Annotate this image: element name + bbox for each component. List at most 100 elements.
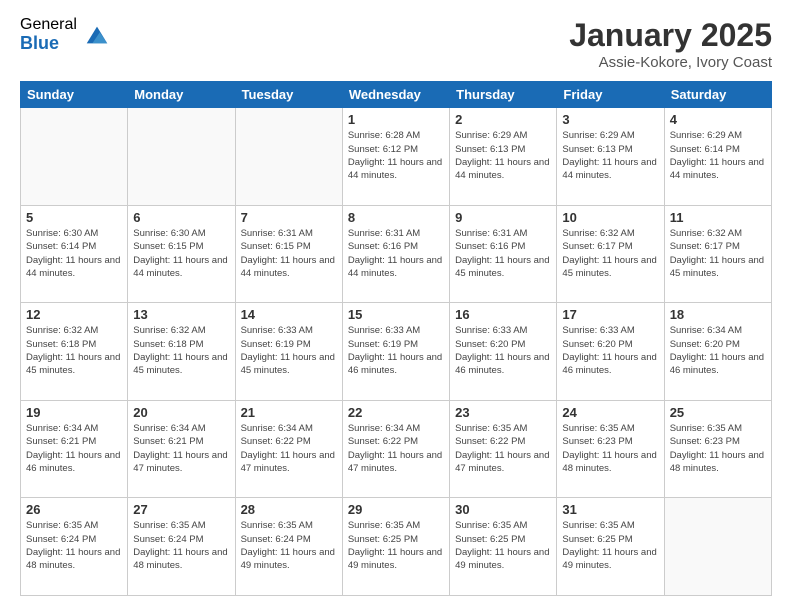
col-thursday: Thursday bbox=[450, 82, 557, 108]
day-number: 12 bbox=[26, 307, 122, 322]
day-info: Sunrise: 6:34 AM Sunset: 6:22 PM Dayligh… bbox=[348, 422, 444, 475]
calendar-cell: 31 Sunrise: 6:35 AM Sunset: 6:25 PM Dayli… bbox=[557, 498, 664, 596]
calendar-week-row: 26 Sunrise: 6:35 AM Sunset: 6:24 PM Dayli… bbox=[21, 498, 772, 596]
calendar-cell: 9Sunrise: 6:31 AM Sunset: 6:16 PM Daylig… bbox=[450, 205, 557, 303]
day-number: 31 bbox=[562, 502, 658, 517]
calendar-cell: 21 Sunrise: 6:34 AM Sunset: 6:22 PM Dayli… bbox=[235, 400, 342, 498]
calendar-cell: 7 Sunrise: 6:31 AM Sunset: 6:15 PM Daylig… bbox=[235, 205, 342, 303]
day-number: 4 bbox=[670, 112, 766, 127]
day-number: 14 bbox=[241, 307, 337, 322]
col-wednesday: Wednesday bbox=[342, 82, 449, 108]
day-info: Sunrise: 6:29 AM Sunset: 6:14 PM Dayligh… bbox=[670, 129, 766, 182]
day-number: 7 bbox=[241, 210, 337, 225]
calendar-cell: 8 Sunrise: 6:31 AM Sunset: 6:16 PM Daylig… bbox=[342, 205, 449, 303]
title-section: January 2025 Assie-Kokore, Ivory Coast bbox=[569, 16, 772, 71]
day-info: Sunrise: 6:32 AM Sunset: 6:17 PM Dayligh… bbox=[670, 227, 766, 280]
day-number: 30 bbox=[455, 502, 551, 517]
day-number: 13 bbox=[133, 307, 229, 322]
logo-general: General bbox=[20, 16, 77, 34]
day-number: 2 bbox=[455, 112, 551, 127]
calendar-cell: 30 Sunrise: 6:35 AM Sunset: 6:25 PM Dayli… bbox=[450, 498, 557, 596]
day-info: Sunrise: 6:35 AM Sunset: 6:25 PM Dayligh… bbox=[562, 519, 658, 572]
day-info: Sunrise: 6:35 AM Sunset: 6:24 PM Dayligh… bbox=[133, 519, 229, 572]
day-info: Sunrise: 6:34 AM Sunset: 6:21 PM Dayligh… bbox=[26, 422, 122, 475]
day-number: 26 bbox=[26, 502, 122, 517]
day-number: 27 bbox=[133, 502, 229, 517]
day-number: 5 bbox=[26, 210, 122, 225]
day-number: 8 bbox=[348, 210, 444, 225]
calendar-cell: 12Sunrise: 6:32 AM Sunset: 6:18 PM Dayli… bbox=[21, 303, 128, 401]
calendar-cell: 22 Sunrise: 6:34 AM Sunset: 6:22 PM Dayli… bbox=[342, 400, 449, 498]
calendar-cell: 29 Sunrise: 6:35 AM Sunset: 6:25 PM Dayli… bbox=[342, 498, 449, 596]
calendar-week-row: 1Sunrise: 6:28 AM Sunset: 6:12 PM Daylig… bbox=[21, 108, 772, 206]
day-number: 22 bbox=[348, 405, 444, 420]
calendar-cell: 2 Sunrise: 6:29 AM Sunset: 6:13 PM Daylig… bbox=[450, 108, 557, 206]
day-info: Sunrise: 6:35 AM Sunset: 6:23 PM Dayligh… bbox=[562, 422, 658, 475]
calendar-title: January 2025 bbox=[569, 16, 772, 54]
day-info: Sunrise: 6:30 AM Sunset: 6:14 PM Dayligh… bbox=[26, 227, 122, 280]
calendar-cell bbox=[21, 108, 128, 206]
day-info: Sunrise: 6:31 AM Sunset: 6:16 PM Dayligh… bbox=[348, 227, 444, 280]
day-info: Sunrise: 6:33 AM Sunset: 6:19 PM Dayligh… bbox=[348, 324, 444, 377]
day-info: Sunrise: 6:35 AM Sunset: 6:24 PM Dayligh… bbox=[241, 519, 337, 572]
day-info: Sunrise: 6:32 AM Sunset: 6:17 PM Dayligh… bbox=[562, 227, 658, 280]
day-number: 18 bbox=[670, 307, 766, 322]
day-info: Sunrise: 6:31 AM Sunset: 6:15 PM Dayligh… bbox=[241, 227, 337, 280]
calendar-subtitle: Assie-Kokore, Ivory Coast bbox=[569, 54, 772, 71]
day-info: Sunrise: 6:34 AM Sunset: 6:21 PM Dayligh… bbox=[133, 422, 229, 475]
day-number: 3 bbox=[562, 112, 658, 127]
day-info: Sunrise: 6:29 AM Sunset: 6:13 PM Dayligh… bbox=[562, 129, 658, 182]
calendar-cell: 5 Sunrise: 6:30 AM Sunset: 6:14 PM Daylig… bbox=[21, 205, 128, 303]
col-tuesday: Tuesday bbox=[235, 82, 342, 108]
day-number: 29 bbox=[348, 502, 444, 517]
day-info: Sunrise: 6:30 AM Sunset: 6:15 PM Dayligh… bbox=[133, 227, 229, 280]
day-number: 21 bbox=[241, 405, 337, 420]
calendar-cell: 4 Sunrise: 6:29 AM Sunset: 6:14 PM Daylig… bbox=[664, 108, 771, 206]
day-number: 10 bbox=[562, 210, 658, 225]
calendar-table: Sunday Monday Tuesday Wednesday Thursday… bbox=[20, 81, 772, 596]
day-number: 11 bbox=[670, 210, 766, 225]
day-info: Sunrise: 6:33 AM Sunset: 6:20 PM Dayligh… bbox=[562, 324, 658, 377]
day-info: Sunrise: 6:28 AM Sunset: 6:12 PM Dayligh… bbox=[348, 129, 444, 182]
page: General Blue January 2025 Assie-Kokore, … bbox=[0, 0, 792, 612]
day-info: Sunrise: 6:33 AM Sunset: 6:20 PM Dayligh… bbox=[455, 324, 551, 377]
calendar-cell: 23Sunrise: 6:35 AM Sunset: 6:22 PM Dayli… bbox=[450, 400, 557, 498]
day-info: Sunrise: 6:34 AM Sunset: 6:22 PM Dayligh… bbox=[241, 422, 337, 475]
calendar-cell: 18 Sunrise: 6:34 AM Sunset: 6:20 PM Dayli… bbox=[664, 303, 771, 401]
calendar-cell bbox=[664, 498, 771, 596]
calendar-week-row: 12 Sunrise: 6:32 AM Sunset: 6:18 PM Dayli… bbox=[21, 303, 772, 401]
logo: General Blue bbox=[20, 16, 111, 53]
calendar-week-row: 5 Sunrise: 6:30 AM Sunset: 6:14 PM Daylig… bbox=[21, 205, 772, 303]
calendar-cell: 6 Sunrise: 6:30 AM Sunset: 6:15 PM Daylig… bbox=[128, 205, 235, 303]
day-info: Sunrise: 6:29 AM Sunset: 6:13 PM Dayligh… bbox=[455, 129, 551, 182]
day-info: Sunrise: 6:32 AM Sunset: 6:18 PM Dayligh… bbox=[133, 324, 229, 377]
calendar-cell: 15 Sunrise: 6:33 AM Sunset: 6:19 PM Dayli… bbox=[342, 303, 449, 401]
calendar-cell: 25Sunrise: 6:35 AM Sunset: 6:23 PM Dayli… bbox=[664, 400, 771, 498]
logo-text: General Blue bbox=[20, 16, 77, 53]
logo-blue: Blue bbox=[20, 34, 77, 54]
header: General Blue January 2025 Assie-Kokore, … bbox=[20, 16, 772, 71]
calendar-cell: 14 Sunrise: 6:33 AM Sunset: 6:19 PM Dayli… bbox=[235, 303, 342, 401]
day-info: Sunrise: 6:34 AM Sunset: 6:20 PM Dayligh… bbox=[670, 324, 766, 377]
day-info: Sunrise: 6:35 AM Sunset: 6:25 PM Dayligh… bbox=[455, 519, 551, 572]
day-info: Sunrise: 6:35 AM Sunset: 6:25 PM Dayligh… bbox=[348, 519, 444, 572]
day-info: Sunrise: 6:33 AM Sunset: 6:19 PM Dayligh… bbox=[241, 324, 337, 377]
col-sunday: Sunday bbox=[21, 82, 128, 108]
day-number: 9 bbox=[455, 210, 551, 225]
col-monday: Monday bbox=[128, 82, 235, 108]
calendar-cell: 1Sunrise: 6:28 AM Sunset: 6:12 PM Daylig… bbox=[342, 108, 449, 206]
calendar-cell: 27 Sunrise: 6:35 AM Sunset: 6:24 PM Dayli… bbox=[128, 498, 235, 596]
day-number: 15 bbox=[348, 307, 444, 322]
calendar-cell: 10 Sunrise: 6:32 AM Sunset: 6:17 PM Dayli… bbox=[557, 205, 664, 303]
calendar-cell: 26Sunrise: 6:35 AM Sunset: 6:24 PM Dayli… bbox=[21, 498, 128, 596]
day-info: Sunrise: 6:35 AM Sunset: 6:22 PM Dayligh… bbox=[455, 422, 551, 475]
calendar-week-row: 19 Sunrise: 6:34 AM Sunset: 6:21 PM Dayli… bbox=[21, 400, 772, 498]
day-number: 6 bbox=[133, 210, 229, 225]
calendar-cell bbox=[128, 108, 235, 206]
day-number: 19 bbox=[26, 405, 122, 420]
calendar-cell: 24Sunrise: 6:35 AM Sunset: 6:23 PM Dayli… bbox=[557, 400, 664, 498]
calendar-cell: 28Sunrise: 6:35 AM Sunset: 6:24 PM Dayli… bbox=[235, 498, 342, 596]
day-number: 20 bbox=[133, 405, 229, 420]
calendar-cell: 20 Sunrise: 6:34 AM Sunset: 6:21 PM Dayli… bbox=[128, 400, 235, 498]
calendar-cell: 16Sunrise: 6:33 AM Sunset: 6:20 PM Dayli… bbox=[450, 303, 557, 401]
